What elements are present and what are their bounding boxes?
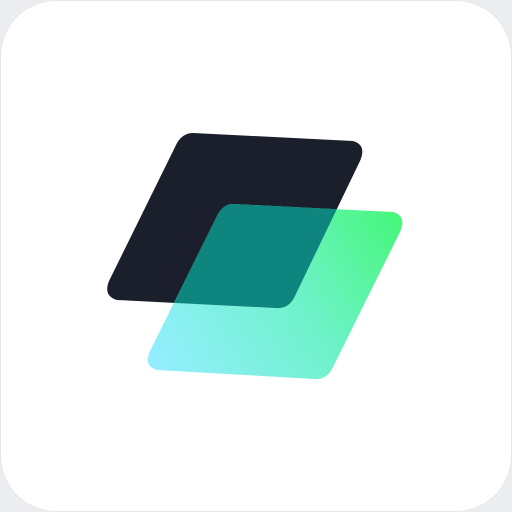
stacked-layers-logo-icon [107,133,403,380]
app-icon-tile [0,0,512,512]
